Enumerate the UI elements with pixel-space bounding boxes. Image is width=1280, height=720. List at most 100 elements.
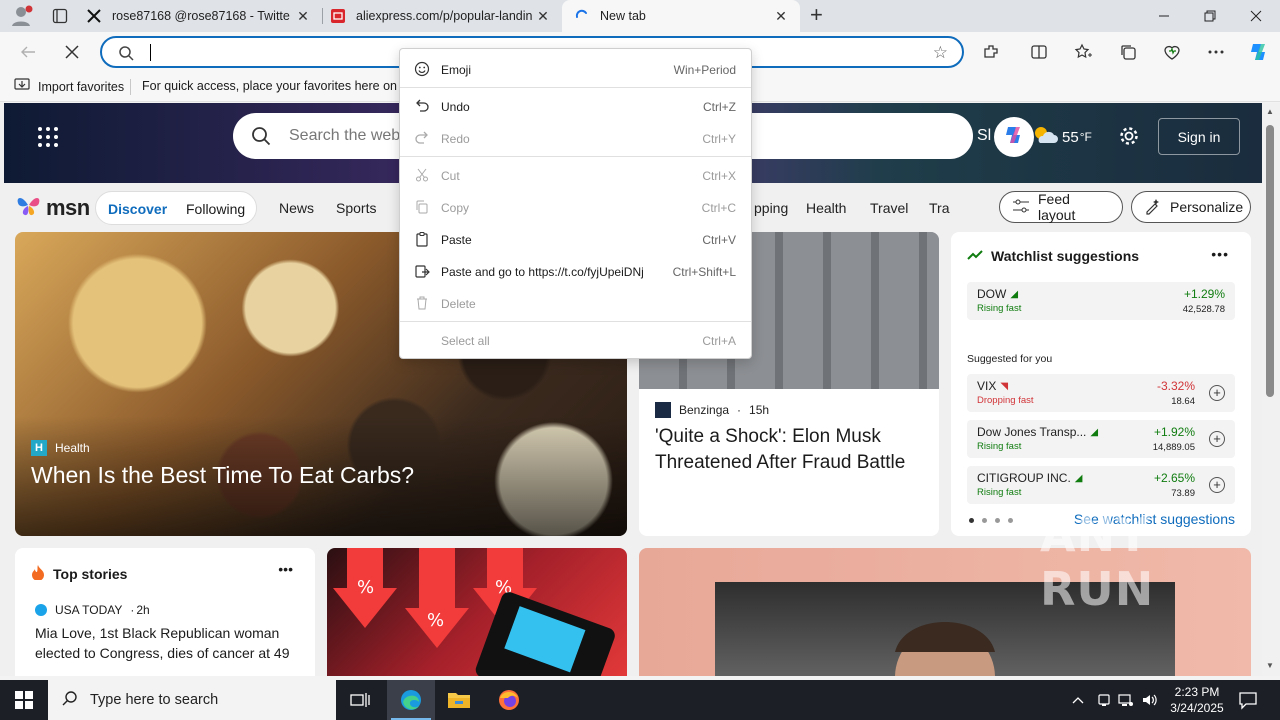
- source-dot: ·: [130, 603, 135, 617]
- device-icon[interactable]: [1096, 692, 1112, 708]
- clock-time: 2:23 PM: [1174, 685, 1220, 699]
- partly-cloudy-icon: [1032, 125, 1058, 149]
- add-to-watchlist-icon[interactable]: +: [1209, 385, 1225, 401]
- personalize-button[interactable]: Personalize: [1131, 191, 1251, 223]
- nav-truncated[interactable]: Tra: [929, 200, 949, 216]
- search-icon: [62, 690, 78, 710]
- story-headline[interactable]: When Is the Best Time To Eat Carbs?: [31, 462, 414, 489]
- taskbar-edge-icon[interactable]: [387, 680, 435, 720]
- stock-price: 42,528.78: [1182, 304, 1225, 315]
- split-screen-icon[interactable]: [1029, 42, 1049, 62]
- tab-new-tab[interactable]: New tab ✕: [562, 0, 800, 32]
- news-headline[interactable]: 'Quite a Shock': Elon Musk Threatened Af…: [655, 424, 925, 476]
- restore-icon[interactable]: [1187, 0, 1233, 32]
- menu-item-label: Cut: [441, 169, 460, 183]
- browser-essentials-icon[interactable]: [1162, 42, 1182, 62]
- add-to-watchlist-icon[interactable]: +: [1209, 477, 1225, 493]
- stock-name: VIX ◥: [977, 379, 1009, 393]
- import-favorites-button[interactable]: Import favorites: [14, 78, 124, 95]
- minimize-icon[interactable]: [1141, 0, 1187, 32]
- personalize-label: Personalize: [1170, 199, 1244, 215]
- svg-text:%: %: [427, 610, 444, 631]
- msn-logo[interactable]: msn: [16, 193, 90, 223]
- menu-item-label: Undo: [441, 100, 470, 114]
- tab-discover[interactable]: Discover: [108, 201, 167, 217]
- story-headline[interactable]: Mia Love, 1st Black Republican woman ele…: [35, 623, 305, 663]
- top-stories-header: Top stories: [31, 564, 127, 583]
- taskbar-search-box[interactable]: Type here to search: [48, 680, 336, 720]
- collections-icon[interactable]: [1118, 42, 1138, 62]
- app-launcher-icon[interactable]: [38, 127, 58, 147]
- nav-shopping[interactable]: pping: [754, 200, 788, 216]
- show-hidden-icons-icon[interactable]: [1070, 692, 1086, 708]
- menu-item-shortcut: Ctrl+X: [702, 169, 736, 183]
- carousel-dots[interactable]: [969, 518, 1013, 523]
- add-to-watchlist-icon[interactable]: +: [1209, 431, 1225, 447]
- more-options-icon[interactable]: •••: [278, 561, 293, 577]
- stock-name: DOW ◢: [977, 287, 1019, 301]
- extensions-icon[interactable]: [981, 42, 1001, 62]
- nav-health[interactable]: Health: [806, 200, 846, 216]
- source-age: 15h: [749, 403, 770, 417]
- page-scrollbar[interactable]: ▲ ▼: [1262, 103, 1280, 676]
- more-options-icon[interactable]: [1206, 42, 1226, 62]
- tab-following[interactable]: Following: [186, 201, 245, 217]
- stock-row-citigroup[interactable]: CITIGROUP INC. ◢ Rising fast +2.65% 73.89…: [967, 466, 1235, 504]
- scrollbar-thumb[interactable]: [1266, 125, 1274, 397]
- taskbar-file-explorer-icon[interactable]: [435, 680, 483, 720]
- tab-strip: rose87168 @rose87168 - Twitter P ✕ aliex…: [0, 0, 1280, 32]
- menu-item-shortcut: Ctrl+A: [702, 334, 736, 348]
- clock-date: 3/24/2025: [1170, 701, 1224, 715]
- favorite-star-icon[interactable]: ☆: [933, 43, 948, 63]
- menu-separator: [400, 156, 751, 157]
- copilot-button[interactable]: [994, 117, 1034, 157]
- address-bar-context-menu: Emoji Win+Period Undo Ctrl+Z Redo Ctrl+Y…: [399, 48, 752, 359]
- source-name: USA TODAY: [55, 603, 123, 617]
- notification-center-icon[interactable]: [1238, 690, 1258, 710]
- volume-icon[interactable]: [1142, 692, 1158, 708]
- scroll-up-icon[interactable]: ▲: [1266, 107, 1274, 116]
- system-clock[interactable]: 2:23 PM 3/24/2025: [1160, 684, 1234, 716]
- tab-twitter[interactable]: rose87168 @rose87168 - Twitter P ✕: [86, 0, 322, 32]
- menu-item-undo[interactable]: Undo Ctrl+Z: [400, 90, 751, 120]
- promo-image-card[interactable]: % % %: [327, 548, 627, 676]
- new-tab-icon[interactable]: +: [810, 4, 828, 26]
- menu-item-paste-and-go[interactable]: Paste and go to https://t.co/fyjUpeiDNj …: [400, 255, 751, 285]
- weather-widget[interactable]: 55 °F: [1032, 125, 1092, 149]
- menu-item-label: Copy: [441, 201, 470, 215]
- taskbar-firefox-icon[interactable]: [485, 680, 533, 720]
- usa-today-logo-icon: [35, 604, 47, 616]
- close-tab-icon[interactable]: ✕: [296, 9, 310, 23]
- loading-spinner-icon: [574, 8, 590, 24]
- stock-row-dow-transp[interactable]: Dow Jones Transp... ◢ Rising fast +1.92% …: [967, 420, 1235, 458]
- more-options-icon[interactable]: •••: [1211, 246, 1229, 262]
- copilot-icon[interactable]: [1246, 39, 1272, 65]
- close-tab-icon[interactable]: ✕: [536, 9, 550, 23]
- stock-row-vix[interactable]: VIX ◥ Dropping fast -3.32% 18.64 +: [967, 374, 1235, 412]
- menu-item-redo: Redo Ctrl+Y: [400, 122, 751, 152]
- nav-news[interactable]: News: [279, 200, 314, 216]
- back-arrow-icon[interactable]: [18, 42, 38, 62]
- stock-name: Dow Jones Transp... ◢: [977, 425, 1099, 439]
- tab-actions-icon[interactable]: [52, 8, 68, 24]
- windows-start-icon[interactable]: [0, 680, 48, 720]
- nav-travel[interactable]: Travel: [870, 200, 908, 216]
- stock-row-dow[interactable]: DOW ◢ Rising fast +1.29% 42,528.78: [967, 282, 1235, 320]
- network-icon[interactable]: [1118, 692, 1134, 708]
- settings-gear-icon[interactable]: [1118, 125, 1140, 152]
- close-window-icon[interactable]: [1233, 0, 1279, 32]
- feed-layout-button[interactable]: Feed layout: [999, 191, 1123, 223]
- sign-in-button[interactable]: Sign in: [1158, 118, 1240, 155]
- menu-item-paste[interactable]: Paste Ctrl+V: [400, 223, 751, 253]
- menu-item-emoji[interactable]: Emoji Win+Period: [400, 53, 751, 83]
- task-view-icon[interactable]: [336, 680, 384, 720]
- source-dot: ·: [737, 403, 742, 417]
- scroll-down-icon[interactable]: ▼: [1266, 661, 1274, 670]
- nav-sports[interactable]: Sports: [336, 200, 376, 216]
- favorites-icon[interactable]: [1073, 42, 1093, 62]
- close-tab-icon[interactable]: ✕: [774, 9, 788, 23]
- menu-item-copy: Copy Ctrl+C: [400, 191, 751, 221]
- profile-icon[interactable]: [10, 5, 34, 27]
- tab-aliexpress[interactable]: aliexpress.com/p/popular-landin ✕: [330, 0, 562, 32]
- stop-loading-icon[interactable]: [62, 42, 82, 62]
